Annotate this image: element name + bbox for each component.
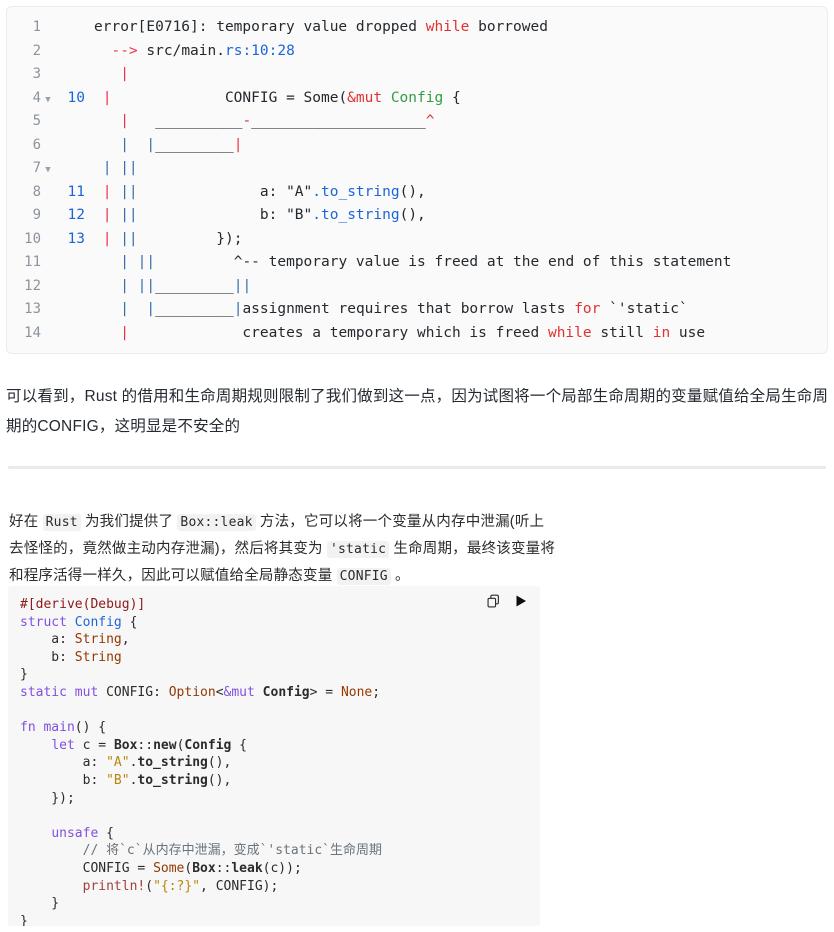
- code-block-actions: [484, 592, 530, 610]
- error-line-text: | ||_________||: [120, 277, 252, 294]
- error-line-text: | |_________|: [120, 136, 243, 153]
- source-line-number: 11: [67, 183, 85, 200]
- error-line-number: 11: [24, 254, 41, 270]
- code-line: struct Config {: [20, 614, 138, 630]
- copy-icon[interactable]: [484, 592, 502, 610]
- code-line: a: "A".to_string(),: [20, 755, 232, 771]
- paragraph-borrow-explanation: 可以看到，Rust 的借用和生命周期规则限制了我们做到这一点，因为试图将一个局部…: [6, 387, 829, 435]
- error-line-text: | __________-____________________^: [120, 113, 435, 129]
- code-line: CONFIG = Some(Box::leak(c));: [20, 860, 302, 876]
- code-line: }: [20, 896, 60, 912]
- error-line-number: 5: [32, 113, 41, 129]
- error-line-number: 12: [24, 277, 41, 294]
- error-line-row: 5 | __________-____________________^: [7, 110, 827, 134]
- inline-code: Rust: [42, 513, 81, 531]
- error-line-number: 7: [32, 160, 41, 176]
- error-line-row: 7 ▼ | ||: [7, 157, 827, 181]
- error-line-number: 8: [32, 183, 41, 200]
- error-line-number: 10: [24, 230, 41, 247]
- error-line-number: 6: [32, 136, 41, 153]
- error-line-row: 6 | |_________|: [7, 134, 827, 158]
- error-line-text: | CONFIG = Some(&mut Config {: [102, 89, 461, 106]
- error-line-number: 9: [32, 207, 41, 223]
- error-line-text: | |_________|assignment requires that bo…: [120, 301, 688, 317]
- code-block-content: #[derive(Debug)] struct Config { a: Strin…: [8, 586, 540, 926]
- error-line-text: | creates a temporary which is freed whi…: [120, 324, 706, 341]
- error-line-row: 14 | creates a temporary which is freed …: [7, 322, 827, 346]
- error-line-text: error[E0716]: temporary value dropped wh…: [94, 19, 548, 35]
- error-line-number: 4: [32, 89, 41, 106]
- error-line-number: 14: [24, 324, 41, 341]
- error-line-row: 11 | || ^-- temporary value is freed at …: [7, 251, 827, 275]
- run-play-icon[interactable]: [512, 592, 530, 610]
- error-line-number: 3: [32, 66, 41, 82]
- fold-caret-icon[interactable]: ▼: [41, 89, 55, 113]
- code-line: let c = Box::new(Config {: [51, 737, 248, 753]
- code-line: static mut CONFIG: Option<&mut Config> =…: [20, 684, 381, 700]
- error-line-row: 8 11 | || a: "A".to_string(),: [7, 181, 827, 205]
- error-line-text: | || b: "B".to_string(),: [102, 207, 426, 223]
- error-line-number: 2: [32, 42, 41, 59]
- error-line-row: 2 --> src/main.rs:10:28: [7, 40, 827, 64]
- error-line-row: 9 12 | || b: "B".to_string(),: [7, 204, 827, 228]
- error-line-number: 13: [24, 301, 41, 317]
- source-line-number: 13: [67, 230, 85, 247]
- paragraph-box-leak-explanation: 好在 Rust 为我们提供了 Box::leak 方法，它可以将一个变量从内存中…: [9, 513, 556, 585]
- error-line-row: 3 |: [7, 63, 827, 87]
- rust-code-block: #[derive(Debug)] struct Config { a: Strin…: [8, 586, 540, 926]
- code-line: unsafe {: [51, 825, 114, 841]
- error-line-row: 12 | ||_________||: [7, 275, 827, 299]
- code-line: b: String: [20, 649, 122, 665]
- section-divider: [8, 466, 826, 469]
- source-line-number: 12: [67, 207, 85, 223]
- inline-code: Box::leak: [177, 513, 256, 531]
- code-line: });: [20, 790, 75, 806]
- code-line: }: [20, 913, 28, 926]
- error-line-number: 1: [32, 19, 41, 35]
- error-line-list: 1 error[E0716]: temporary value dropped w…: [7, 7, 827, 345]
- code-line: a: String,: [20, 632, 130, 648]
- error-line-text: | ||: [102, 160, 138, 176]
- code-line: fn main() {: [20, 720, 107, 736]
- error-line-row: 4 ▼ 10 | CONFIG = Some(&mut Config {: [7, 87, 827, 111]
- code-line: // 将`c`从内存中泄漏，变成`'static`生命周期: [20, 843, 383, 859]
- inline-code: 'static: [326, 540, 390, 558]
- error-line-text: | || });: [102, 230, 243, 247]
- code-line: }: [20, 667, 28, 683]
- error-line-row: 13 | |_________|assignment requires that…: [7, 298, 827, 322]
- error-line-text: --> src/main.rs:10:28: [111, 42, 295, 59]
- error-line-text: |: [120, 66, 129, 82]
- code-line: #[derive(Debug)]: [20, 597, 146, 612]
- code-line: b: "B".to_string(),: [20, 772, 232, 788]
- rust-compiler-error-panel: 1 error[E0716]: temporary value dropped w…: [6, 6, 828, 354]
- inline-code: CONFIG: [336, 567, 391, 585]
- fold-caret-icon[interactable]: ▼: [41, 159, 55, 183]
- code-line: println!("{:?}", CONFIG);: [82, 878, 279, 894]
- error-line-text: | || ^-- temporary value is freed at the…: [120, 254, 732, 270]
- error-line-row: 1 error[E0716]: temporary value dropped w…: [7, 16, 827, 40]
- error-line-row: 10 13 | || });: [7, 228, 827, 252]
- source-line-number: 10: [67, 89, 85, 106]
- error-line-text: | || a: "A".to_string(),: [102, 183, 426, 200]
